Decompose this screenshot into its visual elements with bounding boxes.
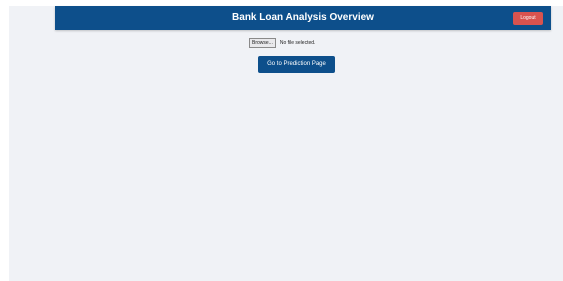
go-to-prediction-button[interactable]: Go to Prediction Page	[258, 56, 335, 73]
logout-button[interactable]: Logout	[513, 12, 543, 25]
file-upload-row: Browse... No file selected.	[249, 38, 315, 48]
top-header: Bank Loan Analysis Overview Logout	[55, 6, 551, 30]
page-title: Bank Loan Analysis Overview	[232, 12, 374, 23]
browse-button[interactable]: Browse...	[249, 38, 276, 48]
file-status-text: No file selected.	[279, 40, 316, 46]
app-page: Bank Loan Analysis Overview Logout Brows…	[9, 6, 563, 281]
